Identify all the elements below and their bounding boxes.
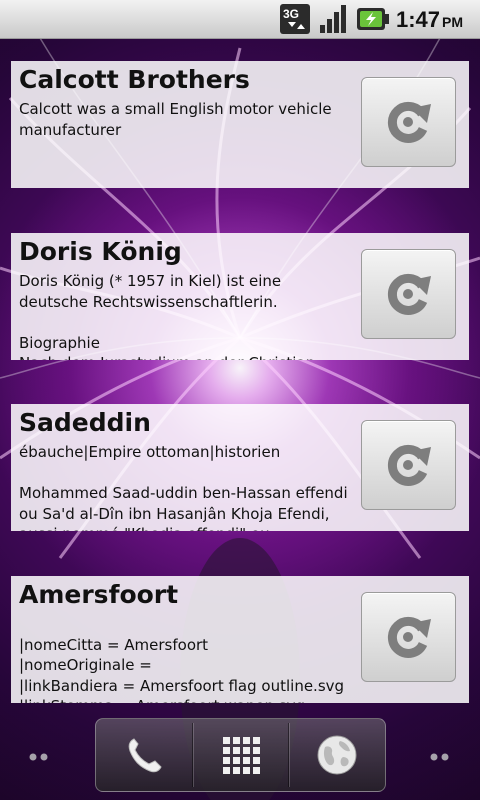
refresh-button[interactable] (361, 592, 456, 682)
app-drawer-icon (222, 737, 260, 774)
wiki-widget-3[interactable]: Sadeddin ébauche|Empire ottoman|historie… (11, 404, 469, 531)
widget-body: Doris König (* 1957 in Kiel) ist eine de… (19, 272, 315, 360)
widget-body: Calcott was a small English motor vehicl… (19, 100, 337, 139)
clock-time: 1:47 (396, 7, 441, 32)
widget-title: Amersfoort (19, 580, 179, 609)
widget-title: Sadeddin (19, 408, 151, 437)
browser-globe-icon (317, 735, 357, 775)
refresh-icon (387, 101, 431, 143)
page-indicator-left[interactable] (28, 748, 52, 761)
widget-title: Calcott Brothers (19, 65, 250, 94)
network-type-label: 3G (283, 7, 299, 21)
clock-ampm: PM (442, 14, 464, 30)
refresh-button[interactable] (361, 249, 456, 339)
refresh-button[interactable] (361, 77, 456, 167)
launcher-dock (95, 718, 386, 792)
phone-button[interactable] (96, 719, 192, 791)
widget-body: ébauche|Empire ottoman|historien Mohamme… (19, 443, 348, 531)
widget-body: |nomeCitta = Amersfoort |nomeOriginale =… (19, 635, 345, 704)
refresh-icon (387, 273, 431, 315)
signal-strength-icon (318, 3, 350, 35)
refresh-icon (387, 444, 431, 486)
refresh-button[interactable] (361, 420, 456, 510)
3g-data-icon: 3G (279, 3, 311, 35)
refresh-icon (387, 616, 431, 658)
battery-charging-icon (356, 6, 390, 32)
wiki-widget-2[interactable]: Doris König Doris König (* 1957 in Kiel)… (11, 233, 469, 360)
page-indicator-right[interactable] (428, 748, 452, 761)
phone-icon (128, 738, 162, 773)
clock: 1:47 PM (396, 7, 463, 33)
browser-button[interactable] (289, 719, 385, 791)
widget-title: Doris König (19, 237, 182, 266)
app-drawer-button[interactable] (193, 719, 288, 791)
status-bar: 3G 1:47 PM (0, 0, 480, 39)
wiki-widget-4[interactable]: Amersfoort |nomeCitta = Amersfoort |nome… (11, 576, 469, 703)
wiki-widget-1[interactable]: Calcott Brothers Calcott was a small Eng… (11, 61, 469, 188)
